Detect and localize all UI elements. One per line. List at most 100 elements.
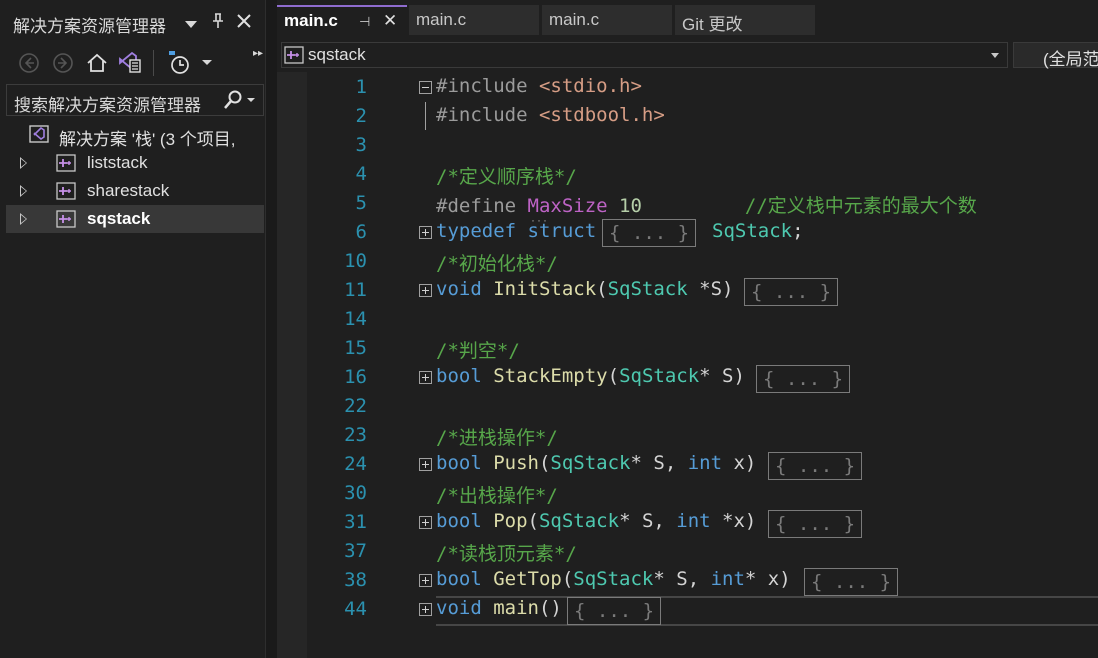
expand-icon[interactable] xyxy=(419,226,432,239)
function-name: GetTop xyxy=(481,568,562,590)
preprocessor: #include xyxy=(436,75,539,97)
expand-icon[interactable] xyxy=(419,284,432,297)
punctuation: ( xyxy=(596,278,608,300)
collapsed-block[interactable]: { ... } xyxy=(756,365,851,393)
expand-icon[interactable] xyxy=(419,603,432,616)
scope-label: (全局范 xyxy=(1043,50,1098,69)
comment: /*初始化栈*/ xyxy=(436,253,558,275)
code-line: /*出栈操作*/ xyxy=(436,481,558,508)
collapsed-block[interactable]: { ... } xyxy=(567,597,662,625)
solution-explorer-toolbar: ▸▸ xyxy=(0,44,265,82)
line-number: 4 xyxy=(355,163,367,185)
parameters: * S) xyxy=(699,365,745,387)
chevron-down-icon[interactable] xyxy=(185,16,197,33)
tab-label: main.c xyxy=(416,10,467,29)
tab-main-c[interactable]: main.c xyxy=(542,5,672,35)
punctuation: ( xyxy=(607,365,620,387)
collapsed-block[interactable]: { ... } xyxy=(768,510,863,538)
keyword: struct xyxy=(516,220,597,242)
code-line: /*初始化栈*/ xyxy=(436,249,558,276)
collapsed-block[interactable]: { ... } xyxy=(804,568,899,596)
collapse-icon[interactable] xyxy=(419,81,432,94)
c-project-icon xyxy=(284,46,304,64)
punctuation: () xyxy=(538,597,562,619)
tab-main-c-active[interactable]: main.c ⊣ ✕ xyxy=(277,5,407,35)
home-icon[interactable] xyxy=(84,50,110,76)
code-line: /*判空*/ xyxy=(436,336,520,363)
forward-icon[interactable] xyxy=(50,50,76,76)
toolbar-separator xyxy=(153,50,154,76)
tree-item-sharestack[interactable]: sharestack xyxy=(6,177,264,205)
collapsed-block[interactable]: { ... } xyxy=(744,278,839,306)
glyph-margin xyxy=(277,72,307,658)
keyword: bool xyxy=(436,510,482,532)
project-label: sqstack xyxy=(87,209,151,228)
line-number: 22 xyxy=(344,395,367,417)
punctuation: ( xyxy=(538,452,551,474)
preprocessor: #define xyxy=(436,195,528,217)
line-number: 10 xyxy=(344,250,367,272)
expand-icon[interactable] xyxy=(419,516,432,529)
type-name: SqStack xyxy=(607,278,688,300)
expand-icon[interactable] xyxy=(419,371,432,384)
parameters: * x) xyxy=(744,568,791,590)
punctuation: ( xyxy=(561,568,574,590)
project-name: sqstack xyxy=(308,45,366,64)
expand-icon[interactable] xyxy=(419,458,432,471)
tree-item-solution[interactable]: 解决方案 '栈' (3 个项目, xyxy=(6,121,264,149)
code-editor: main.c ⊣ ✕ main.c main.c Git 更改 sqstack … xyxy=(277,0,1098,658)
line-number: 5 xyxy=(355,192,367,214)
collapsed-block[interactable]: { ... } xyxy=(602,219,697,247)
function-name: StackEmpty xyxy=(481,365,608,387)
back-icon[interactable] xyxy=(16,50,42,76)
chevron-down-icon[interactable] xyxy=(991,53,999,58)
tab-git-changes[interactable]: Git 更改 xyxy=(675,5,815,35)
solution-search-box[interactable]: 搜索解决方案资源管理器 xyxy=(6,84,264,116)
pending-changes-filter-icon[interactable] xyxy=(166,50,192,76)
collapsed-block[interactable]: { ... } xyxy=(768,452,863,480)
parameters: * S, xyxy=(630,452,688,474)
code-line: bool StackEmpty(SqStack* S) xyxy=(436,365,745,387)
tab-label: main.c xyxy=(284,11,338,30)
c-project-icon xyxy=(56,154,76,172)
vs-switch-views-icon[interactable] xyxy=(116,50,142,76)
pin-icon[interactable]: ⊣ xyxy=(359,14,370,30)
parameters: *S) xyxy=(687,278,734,300)
tree-item-liststack[interactable]: liststack xyxy=(6,149,264,177)
panel-splitter[interactable] xyxy=(265,0,277,658)
expand-arrow-icon[interactable] xyxy=(20,185,27,197)
preprocessor: #include xyxy=(436,104,539,126)
include-path: <stdio.h> xyxy=(538,75,642,97)
scope-dropdown[interactable]: (全局范 xyxy=(1013,42,1098,69)
dropdown-icon[interactable] xyxy=(194,50,220,76)
document-tab-bar: main.c ⊣ ✕ main.c main.c Git 更改 xyxy=(277,5,1098,43)
pin-icon[interactable] xyxy=(211,13,225,33)
search-icon[interactable] xyxy=(223,90,255,115)
parameters: * S, xyxy=(619,510,677,532)
expand-icon[interactable] xyxy=(419,574,432,587)
comment: /*出栈操作*/ xyxy=(436,485,558,507)
c-project-icon xyxy=(56,210,76,228)
tab-main-c[interactable]: main.c xyxy=(409,5,539,35)
code-line: #define MaxSize 10 //定义栈中元素的最大个数 xyxy=(436,191,977,218)
function-name: Pop xyxy=(481,510,528,532)
expand-arrow-icon[interactable] xyxy=(20,213,27,225)
code-area[interactable]: 1 #include <stdio.h> 2 #include <stdbool… xyxy=(277,72,1098,658)
parameters: *x) xyxy=(710,510,757,532)
search-placeholder: 搜索解决方案资源管理器 xyxy=(14,96,201,115)
project-dropdown[interactable]: sqstack xyxy=(281,42,1008,68)
expand-arrow-icon[interactable] xyxy=(20,157,27,169)
function-name: InitStack xyxy=(481,278,597,300)
line-number: 30 xyxy=(344,482,367,504)
number-literal: 10 xyxy=(607,195,642,217)
line-number: 24 xyxy=(344,453,367,475)
line-number: 37 xyxy=(344,540,367,562)
code-line: bool GetTop(SqStack* S, int* x) xyxy=(436,568,791,590)
close-icon[interactable]: ✕ xyxy=(383,11,397,31)
close-icon[interactable] xyxy=(236,13,252,33)
tab-label: Git 更改 xyxy=(682,15,743,34)
punctuation: ; xyxy=(792,220,804,242)
code-line: /*定义顺序栈*/ xyxy=(436,162,577,189)
solution-icon xyxy=(29,125,51,145)
tree-item-sqstack[interactable]: sqstack xyxy=(6,205,264,233)
